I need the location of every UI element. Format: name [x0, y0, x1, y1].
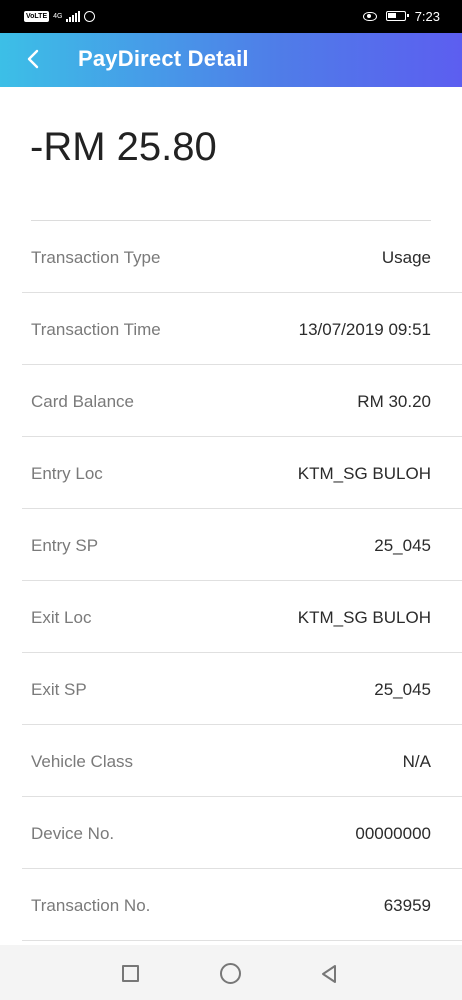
detail-value: 63959 — [383, 896, 431, 915]
detail-label: Exit Loc — [31, 608, 92, 627]
detail-label: Transaction Time — [31, 320, 161, 339]
app-header: PayDirect Detail — [0, 33, 462, 87]
back-triangle-icon[interactable] — [318, 963, 340, 985]
detail-value: KTM_SG BULOH — [297, 464, 431, 483]
detail-row-device-no: Device No. 00000000 — [22, 797, 462, 869]
detail-row-transaction-type: Transaction Type Usage — [22, 221, 462, 293]
detail-row-exit-sp: Exit SP 25_045 — [22, 653, 462, 725]
detail-label: Transaction No. — [31, 896, 151, 915]
detail-label: Vehicle Class — [31, 752, 134, 771]
detail-value: 13/07/2019 09:51 — [298, 320, 431, 339]
detail-value: 25_045 — [374, 536, 431, 555]
detail-value: 00000000 — [355, 824, 431, 843]
detail-value: Usage — [381, 248, 431, 267]
system-nav-bar — [0, 945, 462, 1000]
detail-row-vehicle-class: Vehicle Class N/A — [22, 725, 462, 797]
detail-label: Device No. — [31, 824, 115, 843]
detail-list: Transaction Type Usage Transaction Time … — [0, 221, 462, 941]
detail-label: Card Balance — [31, 392, 135, 411]
detail-label: Entry SP — [31, 536, 99, 555]
detail-row-entry-loc: Entry Loc KTM_SG BULOH — [22, 437, 462, 509]
whatsapp-icon — [84, 10, 96, 22]
home-circle-icon[interactable] — [220, 963, 241, 984]
detail-row-transaction-no: Transaction No. 63959 — [22, 869, 462, 941]
detail-row-exit-loc: Exit Loc KTM_SG BULOH — [22, 581, 462, 653]
status-bar: VoLTE 4G 7:23 — [0, 0, 462, 33]
chevron-left-icon[interactable] — [22, 47, 44, 71]
detail-row-transaction-time: Transaction Time 13/07/2019 09:51 — [22, 293, 462, 365]
recent-apps-square-icon[interactable] — [122, 965, 139, 982]
status-time: 7:23 — [414, 8, 440, 24]
detail-label: Exit SP — [31, 680, 87, 699]
status-right: 7:23 — [362, 8, 440, 24]
detail-value: N/A — [402, 752, 431, 771]
detail-value: RM 30.20 — [357, 392, 431, 411]
detail-row-card-balance: Card Balance RM 30.20 — [22, 365, 462, 437]
detail-label: Transaction Type — [31, 248, 161, 267]
volte-badge: VoLTE — [24, 10, 50, 22]
eye-comfort-icon — [362, 11, 377, 21]
signal-icon — [66, 10, 81, 22]
detail-value: KTM_SG BULOH — [297, 608, 431, 627]
battery-icon — [385, 11, 409, 21]
transaction-amount: -RM 25.80 — [30, 125, 217, 169]
detail-row-entry-sp: Entry SP 25_045 — [22, 509, 462, 581]
network-type: 4G — [53, 12, 63, 20]
status-left: VoLTE 4G — [24, 9, 96, 23]
page-title: PayDirect Detail — [78, 46, 249, 71]
detail-value: 25_045 — [374, 680, 431, 699]
detail-label: Entry Loc — [31, 464, 103, 483]
